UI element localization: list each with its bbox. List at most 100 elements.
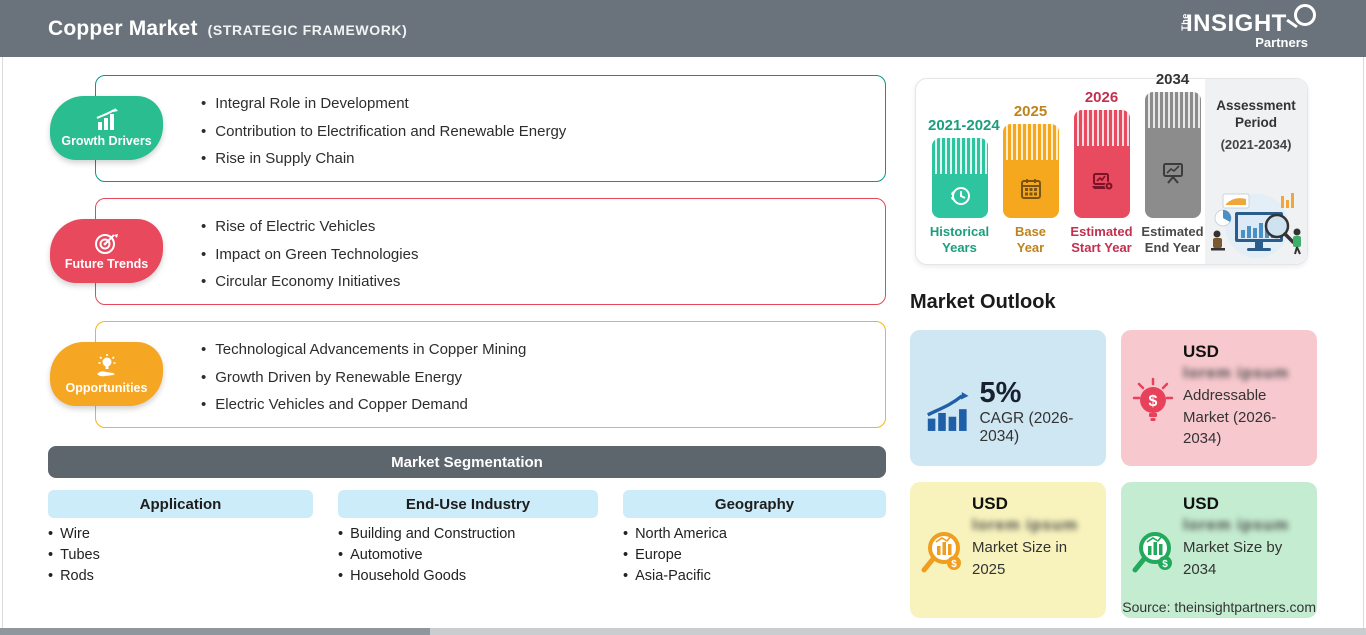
bar-label-line1: Estimated bbox=[1070, 224, 1133, 239]
bar-label: Base Year bbox=[999, 224, 1062, 256]
timeline-bar-end: 2034 Estimated End Year bbox=[1141, 71, 1204, 256]
blurred-value: lorem ipsum bbox=[1183, 517, 1290, 534]
bar-label: Estimated End Year bbox=[1141, 224, 1204, 256]
list-item: Growth Driven by Renewable Energy bbox=[201, 364, 885, 392]
growth-drivers-box: Integral Role in Development Contributio… bbox=[95, 75, 886, 182]
horizontal-scrollbar-thumb[interactable] bbox=[0, 628, 430, 635]
currency-label: USD bbox=[1183, 342, 1219, 361]
history-clock-icon bbox=[950, 187, 970, 205]
assessment-title-line1: Assessment bbox=[1216, 98, 1296, 113]
card-body: USD lorem ipsum Market Size by 2034 bbox=[1183, 494, 1309, 580]
list-item: Technological Advancements in Copper Min… bbox=[201, 336, 885, 364]
header-titles: Copper Market (STRATEGIC FRAMEWORK) bbox=[48, 17, 407, 41]
bar-body bbox=[1144, 128, 1201, 218]
bar-label-line2: Start Year bbox=[1071, 240, 1132, 255]
presentation-board-icon bbox=[1162, 163, 1183, 184]
bar-column bbox=[1144, 92, 1201, 218]
cagr-card-body: 5% CAGR (2026-2034) bbox=[924, 378, 1106, 446]
list-item: Rods bbox=[48, 566, 100, 587]
market-outlook-heading: Market Outlook bbox=[910, 291, 1056, 313]
bar-year-label: 2021-2024 bbox=[928, 117, 1000, 134]
bar-body bbox=[1073, 146, 1130, 218]
blurred-value: lorem ipsum bbox=[972, 517, 1079, 534]
currency-label: USD bbox=[972, 494, 1008, 513]
list-item: Wire bbox=[48, 524, 100, 545]
bar-stripe-pattern bbox=[931, 138, 988, 174]
opportunities-box: Technological Advancements in Copper Min… bbox=[95, 321, 886, 428]
segmentation-column-header-application: Application bbox=[48, 490, 313, 518]
insight-partners-logo: The INSIGHT Partners bbox=[1178, 4, 1316, 50]
market-segmentation-header: Market Segmentation bbox=[48, 446, 886, 478]
bar-label-line1: Historical bbox=[929, 224, 990, 239]
bar-stripe-pattern bbox=[1073, 110, 1130, 146]
list-item: Asia-Pacific bbox=[623, 566, 727, 587]
page-title: Copper Market bbox=[48, 16, 198, 40]
list-item: Tubes bbox=[48, 545, 100, 566]
list-item: Impact on Green Technologies bbox=[201, 241, 885, 269]
list-item: Circular Economy Initiatives bbox=[201, 268, 885, 296]
list-item: Electric Vehicles and Copper Demand bbox=[201, 391, 885, 419]
future-trends-badge: Future Trends bbox=[50, 219, 163, 283]
assessment-period-panel: Assessment Period (2021-2034) bbox=[1205, 79, 1307, 264]
assessment-period-range: (2021-2034) bbox=[1220, 137, 1292, 152]
page-subtitle: (STRATEGIC FRAMEWORK) bbox=[207, 21, 408, 38]
list-item: Rise of Electric Vehicles bbox=[201, 213, 885, 241]
magnifier-chart-icon: $ bbox=[921, 532, 961, 573]
growth-drivers-list: Integral Role in Development Contributio… bbox=[201, 90, 885, 173]
badge-label: Future Trends bbox=[64, 257, 149, 271]
list-item: Europe bbox=[623, 545, 727, 566]
addressable-market-card: $ USD lorem ipsum Addressable Market (20… bbox=[1121, 330, 1317, 466]
market-size-2025-card: $ USD lorem ipsum Market Size in 2025 bbox=[910, 482, 1106, 618]
calendar-icon bbox=[1020, 179, 1041, 199]
bar-column bbox=[1073, 110, 1130, 218]
magnifier-chart-icon: $ bbox=[1132, 532, 1172, 573]
segmentation-column-header-end-use: End-Use Industry bbox=[338, 490, 598, 518]
card-description: Market Size in 2025 bbox=[972, 539, 1068, 578]
growth-drivers-badge: Growth Drivers bbox=[50, 96, 163, 160]
analytics-illustration bbox=[1211, 193, 1301, 258]
bar-column bbox=[931, 138, 988, 218]
svg-text:$: $ bbox=[951, 559, 957, 570]
list-item: Building and Construction bbox=[338, 524, 515, 545]
future-trends-list: Rise of Electric Vehicles Impact on Gree… bbox=[201, 213, 885, 296]
timeline-bar-base: 2025 Base Year bbox=[999, 103, 1062, 256]
bar-label-line1: Estimated bbox=[1141, 224, 1204, 239]
segmentation-column-header-geography: Geography bbox=[623, 490, 886, 518]
infographic-page: Copper Market (STRATEGIC FRAMEWORK) The … bbox=[0, 0, 1366, 635]
timeline-bar-start: 2026 Estimated Start Year bbox=[1070, 89, 1133, 256]
magnifier-icon bbox=[1294, 4, 1316, 26]
blurred-value: lorem ipsum bbox=[1183, 365, 1290, 382]
cagr-description: CAGR (2026-2034) bbox=[979, 410, 1074, 445]
cagr-value: 5% bbox=[979, 377, 1022, 409]
list-item: Rise in Supply Chain bbox=[201, 145, 885, 173]
card-body: USD lorem ipsum Market Size in 2025 bbox=[972, 494, 1098, 580]
list-item: Automotive bbox=[338, 545, 515, 566]
card-body: USD lorem ipsum Addressable Market (2026… bbox=[1183, 342, 1309, 450]
future-trends-box: Rise of Electric Vehicles Impact on Gree… bbox=[95, 198, 886, 305]
dollar-bulb-icon: $ bbox=[1132, 377, 1174, 421]
bar-year-label: 2025 bbox=[1013, 103, 1048, 120]
idea-bulb-hand-icon bbox=[96, 354, 115, 377]
card-description: Addressable Market (2026-2034) bbox=[1183, 387, 1277, 447]
growth-bars-arrow-icon bbox=[927, 392, 969, 431]
list-item: Integral Role in Development bbox=[201, 90, 885, 118]
geography-list: North America Europe Asia-Pacific bbox=[623, 524, 727, 587]
bar-stripe-pattern bbox=[1144, 92, 1201, 128]
bar-column bbox=[1002, 124, 1059, 218]
application-list: Wire Tubes Rods bbox=[48, 524, 100, 587]
card-description: Market Size by 2034 bbox=[1183, 539, 1283, 578]
horizontal-scrollbar-track[interactable] bbox=[0, 628, 1366, 635]
timeline-bar-historical: 2021-2024 Historical Years bbox=[928, 117, 1000, 256]
logo-partners-text: Partners bbox=[1255, 35, 1308, 50]
bar-body bbox=[931, 174, 988, 218]
opportunities-list: Technological Advancements in Copper Min… bbox=[201, 336, 885, 419]
list-item: Household Goods bbox=[338, 566, 515, 587]
bar-stripe-pattern bbox=[1002, 124, 1059, 160]
bar-label: Historical Years bbox=[928, 224, 991, 256]
bar-year-label: 2034 bbox=[1155, 71, 1190, 88]
source-attribution: Source: theinsightpartners.com bbox=[1122, 599, 1316, 615]
svg-text:$: $ bbox=[1149, 393, 1158, 410]
cagr-text: 5% CAGR (2026-2034) bbox=[979, 378, 1106, 446]
bar-label-line2: Year bbox=[1016, 240, 1045, 255]
bar-year-label: 2026 bbox=[1084, 89, 1119, 106]
